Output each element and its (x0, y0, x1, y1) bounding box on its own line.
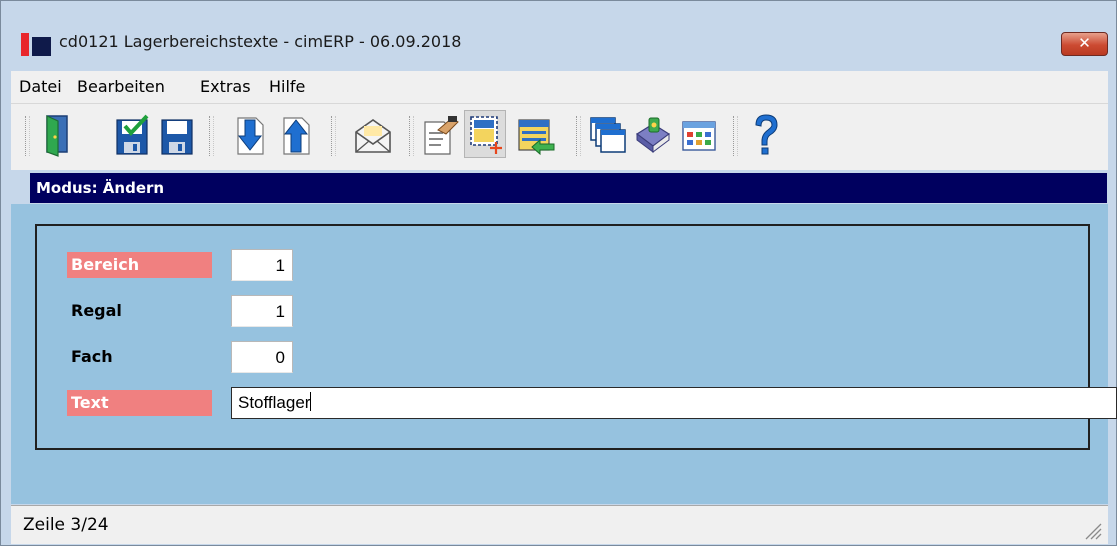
grid-icon[interactable] (679, 112, 719, 158)
toolbar-separator (576, 116, 581, 156)
app-logo-icon (21, 33, 51, 56)
record-up-icon[interactable] (276, 112, 316, 158)
close-button[interactable]: ✕ (1061, 32, 1108, 56)
text-label: Text (67, 390, 212, 416)
toolbar-grip[interactable] (25, 116, 30, 156)
menu-datei[interactable]: Datei (19, 77, 62, 96)
help-icon[interactable] (746, 112, 786, 158)
bereich-label: Bereich (67, 252, 212, 278)
mode-bar: Modus: Ändern (30, 173, 1107, 203)
regal-field[interactable]: 1 (231, 295, 293, 327)
window: cd0121 Lagerbereichstexte - cimERP - 06.… (0, 0, 1117, 546)
toolbar-separator (733, 116, 738, 156)
bereich-field[interactable]: 1 (231, 249, 293, 281)
fach-field[interactable]: 0 (231, 341, 293, 373)
resize-grip-icon[interactable] (1080, 518, 1102, 540)
form-panel: Bereich 1 Regal 1 Fach 0 Text Stofflager (35, 224, 1117, 450)
menu-bar: Datei Bearbeiten Extras Hilfe (11, 71, 1108, 104)
status-bar: Zeile 3/24 (11, 505, 1108, 544)
menu-hilfe[interactable]: Hilfe (269, 77, 305, 96)
status-text: Zeile 3/24 (23, 515, 109, 535)
mail-icon[interactable] (353, 112, 393, 158)
text-field[interactable]: Stofflager (231, 387, 1117, 419)
exit-door-icon[interactable] (36, 112, 76, 158)
fach-label: Fach (71, 347, 113, 366)
selection-add-icon[interactable] (464, 110, 506, 158)
save-check-icon[interactable] (113, 112, 153, 158)
title-bar[interactable]: cd0121 Lagerbereichstexte - cimERP - 06.… (1, 1, 1116, 69)
regal-label: Regal (71, 301, 122, 320)
close-icon: ✕ (1078, 34, 1091, 52)
book-icon[interactable] (633, 112, 673, 158)
toolbar (11, 104, 1108, 170)
record-down-icon[interactable] (230, 112, 270, 158)
list-import-icon[interactable] (516, 112, 556, 158)
save-icon[interactable] (158, 112, 198, 158)
text-field-value: Stofflager (238, 393, 311, 412)
windows-icon[interactable] (587, 112, 627, 158)
menu-bearbeiten[interactable]: Bearbeiten (77, 77, 165, 96)
mode-label: Modus: Ändern (36, 179, 165, 197)
toolbar-separator (209, 116, 214, 156)
form-area: Bereich 1 Regal 1 Fach 0 Text Stofflager (11, 204, 1117, 504)
menu-extras[interactable]: Extras (200, 77, 251, 96)
edit-hand-icon[interactable] (420, 112, 460, 158)
toolbar-separator (409, 116, 414, 156)
text-caret (310, 392, 312, 411)
window-title: cd0121 Lagerbereichstexte - cimERP - 06.… (59, 32, 462, 51)
toolbar-separator (331, 116, 336, 156)
